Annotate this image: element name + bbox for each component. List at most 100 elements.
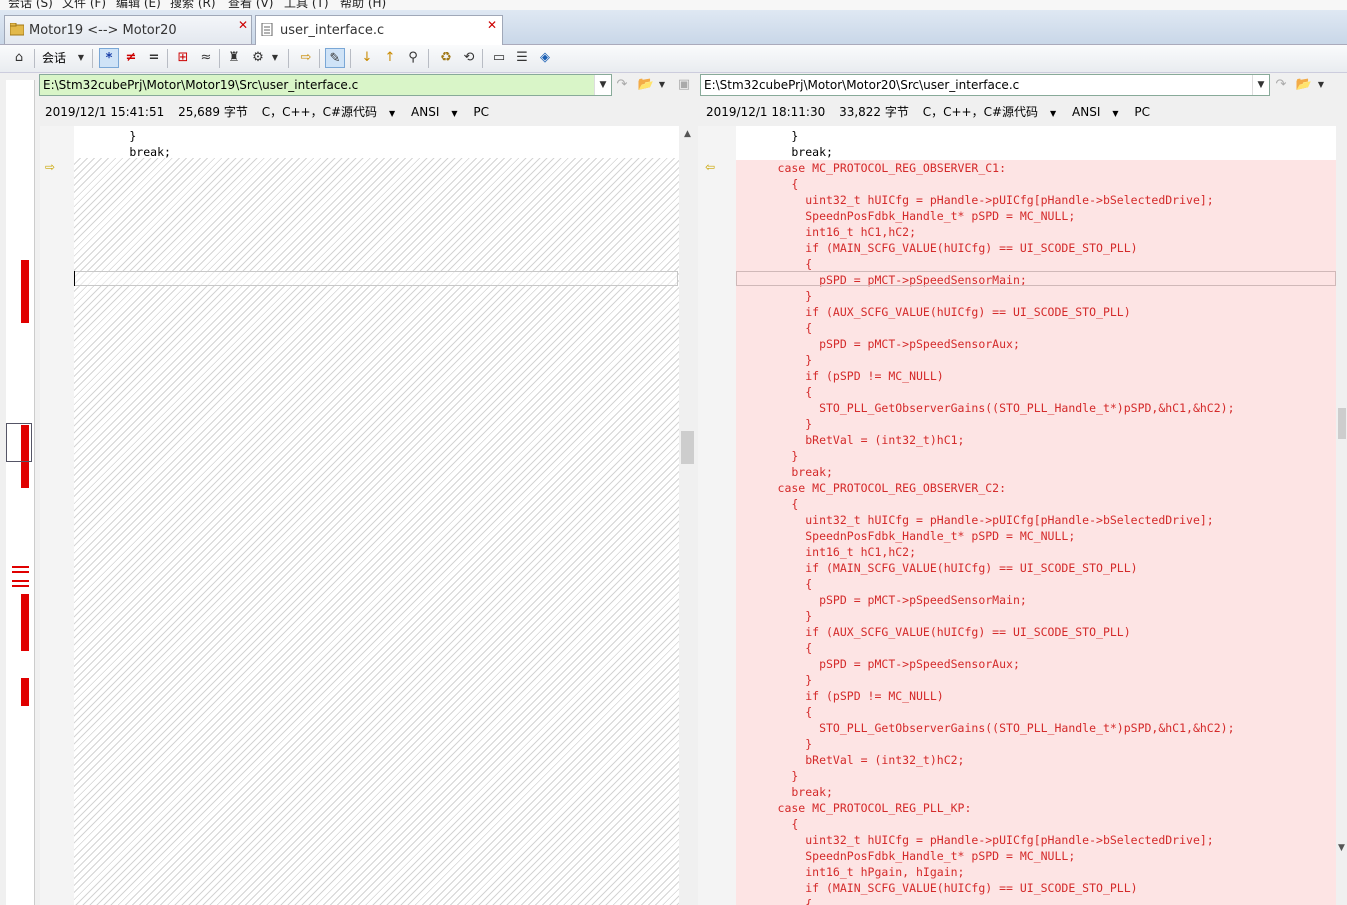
left-path-input[interactable]: E:\Stm32cubePrj\Motor\Motor19\Src\user_i… — [39, 74, 612, 96]
show-context-icon[interactable]: ⊞ — [173, 48, 193, 68]
right-info-bar: 2019/12/1 18:11:30 33,822 字节 C，C++，C#源代码… — [706, 100, 1160, 124]
chevron-down-icon[interactable]: ▼ — [76, 48, 86, 68]
toolbar-separator — [219, 49, 220, 68]
menu-bar: 会话 (S) 文件 (F) 编辑 (E) 搜索 (R) 查看 (V) 工具 (T) 帮助 (… — [0, 0, 1347, 10]
swap-sides-icon[interactable]: ♻ — [436, 48, 456, 68]
difference-overview-pane[interactable] — [6, 80, 35, 905]
left-line-ending[interactable]: PC — [473, 105, 489, 119]
diff-code-line: { — [736, 576, 1336, 592]
chevron-down-icon[interactable]: ▼ — [1316, 75, 1326, 95]
diff-code-line: if (MAIN_SCFG_VALUE(hUICfg) == UI_SCODE_… — [736, 240, 1336, 256]
close-icon[interactable]: ✕ — [237, 19, 249, 31]
toolbar-separator — [288, 49, 289, 68]
copy-to-right-icon[interactable]: ⇨ — [296, 48, 316, 68]
open-folder-icon[interactable]: 📂 — [636, 75, 656, 95]
chevron-down-icon[interactable]: ▼ — [1050, 109, 1056, 118]
diff-code-line: if (pSPD != MC_NULL) — [736, 688, 1336, 704]
diff-code-line: { — [736, 496, 1336, 512]
next-difference-icon[interactable]: ↓ — [357, 48, 377, 68]
diff-code-line: case MC_PROTOCOL_REG_OBSERVER_C1: — [736, 160, 1336, 176]
overview-diff-marker — [12, 585, 29, 587]
overview-diff-marker — [12, 580, 29, 582]
diff-code-line: SpeednPosFdbk_Handle_t* pSPD = MC_NULL; — [736, 208, 1336, 224]
right-scrollbar[interactable]: ▼ — [1336, 126, 1347, 905]
overview-viewport-frame[interactable] — [6, 423, 32, 462]
diff-code-line: if (pSPD != MC_NULL) — [736, 368, 1336, 384]
diff-code-line: { — [736, 896, 1336, 905]
toolbar-separator — [428, 49, 429, 68]
chevron-down-icon[interactable]: ▼ — [1112, 109, 1118, 118]
cursor-line-frame — [736, 271, 1336, 286]
scrollbar-thumb[interactable] — [1338, 408, 1346, 439]
chevron-down-icon[interactable]: ▼ — [657, 75, 667, 95]
show-all-icon[interactable]: * — [99, 48, 119, 68]
menu-item[interactable]: 文件 (F) — [62, 0, 106, 10]
scroll-up-icon[interactable]: ▲ — [679, 126, 696, 142]
find-binoculars-icon[interactable]: ⚲ — [403, 48, 423, 68]
menu-item[interactable]: 搜索 (R) — [170, 0, 216, 10]
diff-code-line: { — [736, 816, 1336, 832]
web-report-icon[interactable]: ◈ — [535, 48, 555, 68]
format-icon[interactable]: ⚙ — [248, 48, 268, 68]
menu-item[interactable]: 帮助 (H) — [340, 0, 386, 10]
right-size: 33,822 字节 — [839, 105, 909, 119]
menu-item[interactable]: 查看 (V) — [228, 0, 273, 10]
diff-code-line: pSPD = pMCT->pSpeedSensorAux; — [736, 656, 1336, 672]
left-size: 25,689 字节 — [178, 105, 248, 119]
overview-diff-marker — [12, 566, 29, 568]
tab-file[interactable]: user_interface.c ✕ — [255, 15, 503, 45]
left-text-pane[interactable]: } break; — [74, 126, 679, 905]
tab-bar: Motor19 <--> Motor20 ✕ user_interface.c … — [0, 10, 1347, 45]
chevron-down-icon[interactable]: ▼ — [451, 109, 457, 118]
chevron-down-icon[interactable]: ▼ — [594, 75, 611, 95]
diff-code-line: { — [736, 320, 1336, 336]
code-line: break; — [736, 145, 833, 159]
toolbar-separator — [167, 49, 168, 68]
diff-code-line: case MC_PROTOCOL_REG_OBSERVER_C2: — [736, 480, 1336, 496]
right-line-ending[interactable]: PC — [1134, 105, 1150, 119]
diff-code-line: bRetVal = (int32_t)hC2; — [736, 752, 1336, 768]
ignore-unimportant-icon[interactable]: ≈ — [196, 48, 216, 68]
refresh-icon[interactable]: ⟲ — [459, 48, 479, 68]
right-text-pane[interactable]: } break; case MC_PROTOCOL_REG_OBSERVER_C… — [736, 126, 1336, 905]
rules-icon[interactable]: ♜ — [224, 48, 244, 68]
right-format-menu[interactable]: C，C++，C#源代码 — [923, 105, 1038, 119]
home-icon[interactable]: ⌂ — [9, 48, 29, 68]
reload-icon[interactable]: ↷ — [1271, 75, 1291, 95]
show-differences-icon[interactable]: ≠ — [121, 48, 141, 68]
overview-diff-marker — [21, 260, 29, 323]
left-scrollbar[interactable]: ▲ — [679, 126, 696, 905]
cursor-line-frame — [74, 271, 678, 286]
chevron-down-icon[interactable]: ▼ — [270, 48, 280, 68]
diff-code-line: case MC_PROTOCOL_REG_PLL_KP: — [736, 800, 1336, 816]
diff-code-line: } — [736, 608, 1336, 624]
left-gutter: ⇨ — [40, 126, 75, 905]
menu-item[interactable]: 编辑 (E) — [116, 0, 161, 10]
left-format-menu[interactable]: C，C++，C#源代码 — [262, 105, 377, 119]
diff-code-line: int16_t hC1,hC2; — [736, 224, 1336, 240]
save-icon[interactable]: ▣ — [674, 75, 694, 95]
reload-icon[interactable]: ↷ — [612, 75, 632, 95]
open-folder-icon[interactable]: 📂 — [1294, 75, 1314, 95]
toolbar-separator — [92, 49, 93, 68]
overview-diff-marker — [21, 678, 29, 706]
session-menu-button[interactable]: 会话 — [42, 48, 66, 68]
toolbar-separator — [350, 49, 351, 68]
chevron-down-icon[interactable]: ▼ — [1252, 75, 1269, 95]
chevron-down-icon[interactable]: ▼ — [389, 109, 395, 118]
scrollbar-thumb[interactable] — [681, 431, 694, 464]
close-icon[interactable]: ✕ — [486, 19, 498, 31]
list-icon[interactable]: ☰ — [512, 48, 532, 68]
scroll-down-icon[interactable]: ▼ — [1336, 840, 1347, 856]
edit-pencil-icon[interactable]: ✎ — [325, 48, 345, 68]
collapse-icon[interactable]: ▭ — [489, 48, 509, 68]
right-encoding-menu[interactable]: ANSI — [1072, 105, 1100, 119]
diff-code-line: { — [736, 384, 1336, 400]
left-encoding-menu[interactable]: ANSI — [411, 105, 439, 119]
previous-difference-icon[interactable]: ↑ — [380, 48, 400, 68]
menu-item[interactable]: 工具 (T) — [284, 0, 329, 10]
show-same-icon[interactable]: = — [144, 48, 164, 68]
tab-session[interactable]: Motor19 <--> Motor20 ✕ — [4, 15, 252, 44]
right-path-input[interactable]: E:\Stm32cubePrj\Motor\Motor20\Src\user_i… — [700, 74, 1270, 96]
menu-item[interactable]: 会话 (S) — [8, 0, 53, 10]
